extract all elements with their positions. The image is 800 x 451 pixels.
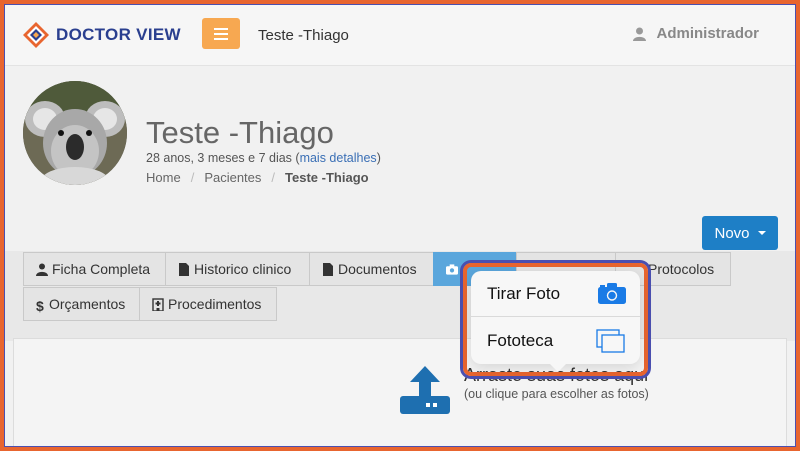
photo-source-popover: Tirar Foto Fototeca xyxy=(471,271,640,364)
camera-icon xyxy=(598,283,626,304)
patient-age: 28 anos, 3 meses e 7 dias (mais detalhes… xyxy=(146,151,381,165)
novo-dropdown-button[interactable]: Novo xyxy=(702,216,778,250)
file-icon xyxy=(323,262,333,276)
tab-documentos[interactable]: Documentos xyxy=(309,252,434,286)
popover-arrow xyxy=(549,363,567,372)
tab-label: Documentos xyxy=(338,261,417,277)
breadcrumb-home[interactable]: Home xyxy=(146,170,181,185)
top-navbar: DOCTOR VIEW Teste -Thiago Administrador xyxy=(5,5,795,66)
patient-avatar xyxy=(23,81,127,185)
more-details-link[interactable]: mais detalhes xyxy=(300,151,377,165)
breadcrumb-patients[interactable]: Pacientes xyxy=(204,170,261,185)
tab-label: Orçamentos xyxy=(49,296,126,312)
page-title: Teste -Thiago xyxy=(258,27,349,44)
file-icon xyxy=(179,262,189,276)
user-name: Administrador xyxy=(656,25,759,42)
tab-ficha-completa[interactable]: Ficha Completa xyxy=(23,252,166,286)
camera-icon xyxy=(446,263,458,275)
koala-photo xyxy=(23,81,127,185)
tab-orcamentos[interactable]: $ Orçamentos xyxy=(23,287,140,321)
brand-logo[interactable]: DOCTOR VIEW xyxy=(22,19,181,51)
photo-library-icon xyxy=(596,329,625,353)
take-photo-option[interactable]: Tirar Foto xyxy=(471,271,640,317)
upload-icon xyxy=(400,366,450,414)
tab-label: Historico clinico xyxy=(194,261,292,277)
photo-library-option[interactable]: Fototeca xyxy=(471,318,640,364)
tab-label: Ficha Completa xyxy=(52,261,151,277)
dollar-icon: $ xyxy=(36,297,44,314)
tab-label: Procedimentos xyxy=(168,296,262,312)
hamburger-menu-button[interactable] xyxy=(202,18,240,49)
hamburger-icon xyxy=(214,27,228,40)
brand-name: DOCTOR VIEW xyxy=(56,25,181,44)
tab-procedimentos[interactable]: Procedimentos xyxy=(139,287,277,321)
age-text: 28 anos, 3 meses e 7 dias ( xyxy=(146,151,300,165)
novo-label: Novo xyxy=(714,224,750,242)
user-menu[interactable]: Administrador xyxy=(633,25,759,42)
user-icon xyxy=(633,27,647,41)
user-icon xyxy=(36,263,48,276)
tab-label: Protocolos xyxy=(648,261,715,277)
breadcrumb-separator: / xyxy=(190,170,195,185)
dropzone-subtitle: (ou clique para escolher as fotos) xyxy=(464,387,649,401)
app-screen: DOCTOR VIEW Teste -Thiago Administrador xyxy=(5,5,795,446)
hospital-icon xyxy=(152,297,164,311)
age-close: ) xyxy=(376,151,381,165)
breadcrumb-separator: / xyxy=(271,170,276,185)
photo-library-label: Fototeca xyxy=(487,331,554,350)
caret-down-icon xyxy=(757,231,766,235)
take-photo-label: Tirar Foto xyxy=(487,283,561,303)
doctor-view-logo-icon xyxy=(23,22,49,48)
patient-name: Teste -Thiago xyxy=(146,115,334,150)
breadcrumb: Home / Pacientes / Teste -Thiago xyxy=(146,170,369,185)
tab-historico-clinico[interactable]: Historico clinico xyxy=(165,252,310,286)
breadcrumb-current: Teste -Thiago xyxy=(285,170,369,185)
